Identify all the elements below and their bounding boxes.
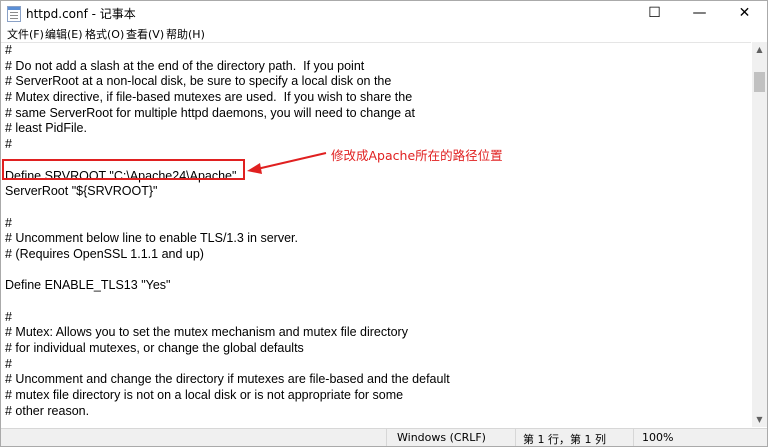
annotation-label: 修改成Apache所在的路径位置	[331, 148, 503, 163]
annotation-arrow-icon	[247, 152, 327, 174]
notepad-window: httpd.conf - 记事本 — ✕ ☐ 文件(F) 编辑(E) 格式(O)…	[0, 0, 768, 447]
